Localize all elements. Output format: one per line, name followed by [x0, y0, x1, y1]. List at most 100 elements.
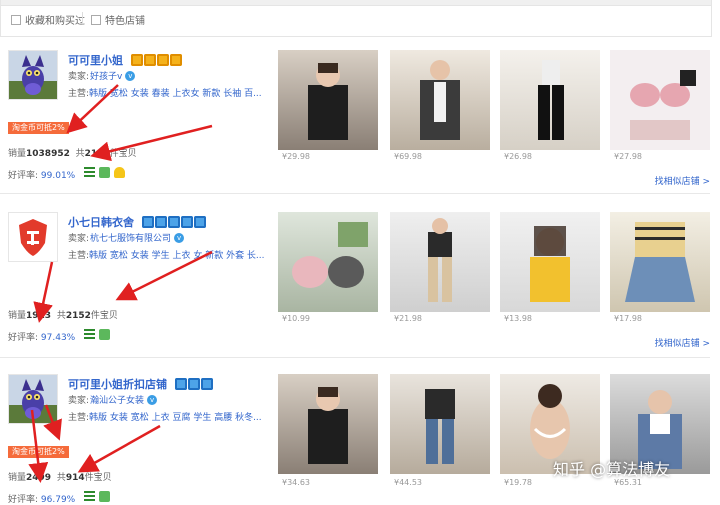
shop-card: 可可里小姐折扣店铺 卖家: 瀚汕公子女装 v 主营:韩版 女装 宽松 上衣 豆腐… — [0, 374, 720, 505]
checkbox-favorited[interactable] — [11, 14, 21, 25]
cat-avatar-icon[interactable] — [8, 374, 58, 424]
category-keywords[interactable]: 韩版 宽松 女装 学生 上衣 女 新款 外套 长... — [89, 251, 264, 261]
product-thumbnail[interactable] — [390, 50, 490, 150]
rate-value: 99.01% — [40, 171, 76, 181]
seller-line: 卖家: 瀚汕公子女装 v — [68, 393, 158, 406]
crown-icon — [155, 216, 167, 228]
product-price: ¥10.99 — [282, 314, 310, 323]
crown-icon — [144, 54, 156, 66]
items-prefix: 共 — [56, 473, 66, 483]
crown-icon — [175, 378, 187, 390]
product-price: ¥21.98 — [394, 314, 422, 323]
items-count: 914 — [65, 473, 85, 483]
filter-favorited-label: 收藏和购买过 — [25, 16, 85, 27]
rate-value: 96.79% — [40, 495, 76, 505]
crown-icon — [201, 378, 213, 390]
category-label: 主营: — [68, 413, 90, 423]
green-stripe-icon[interactable] — [84, 167, 95, 178]
sales-label: 销量 — [8, 149, 27, 159]
red-shield-logo-icon[interactable] — [8, 212, 58, 262]
product-price: ¥13.98 — [504, 314, 532, 323]
green-box-icon[interactable] — [99, 167, 110, 178]
crown-rating — [175, 378, 214, 390]
category-label: 主营: — [68, 89, 90, 99]
shop-name-text[interactable]: 可可里小姐折扣店铺 — [68, 376, 167, 392]
sales-label: 销量 — [8, 311, 27, 321]
crown-icon — [157, 54, 169, 66]
main-categories: 主营:韩版 宽松 女装 春装 上衣女 新款 长袖 百... — [68, 86, 268, 99]
verified-icon: v — [147, 394, 158, 405]
product-price: ¥69.98 — [394, 152, 422, 161]
green-stripe-icon[interactable] — [84, 329, 95, 340]
rate-value: 97.43% — [40, 333, 76, 343]
items-suffix: 件宝贝 — [109, 149, 137, 159]
yellow-badge-icon[interactable] — [114, 167, 125, 178]
items-suffix: 件宝贝 — [84, 473, 112, 483]
rate-label: 好评率: — [8, 333, 39, 343]
find-similar-link[interactable]: 找相似店铺 > — [655, 336, 710, 349]
main-categories: 主营:韩版 宽松 女装 学生 上衣 女 新款 外套 长... — [68, 248, 268, 261]
coin-discount-tag: 淘金币可抵2% — [8, 446, 69, 458]
green-stripe-icon[interactable] — [84, 491, 95, 502]
crown-icon — [131, 54, 143, 66]
crown-icon — [194, 216, 206, 228]
green-box-icon[interactable] — [99, 329, 110, 340]
product-thumbnail[interactable] — [500, 212, 600, 312]
crown-icon — [188, 378, 200, 390]
product-thumbnail[interactable] — [278, 50, 378, 150]
category-keywords[interactable]: 韩版 女装 宽松 上衣 豆腐 学生 高腰 秋冬... — [89, 413, 262, 423]
filter-bar-top-edge — [1, 0, 711, 6]
sales-info: 销量1913 共2152件宝贝 — [8, 308, 118, 321]
rate-label: 好评率: — [8, 495, 39, 505]
items-prefix: 共 — [56, 311, 66, 321]
seller-link[interactable]: 杭七七服饰有限公司 — [90, 231, 171, 244]
service-icons — [84, 491, 114, 502]
product-thumbnail[interactable] — [500, 50, 600, 150]
shop-name-text[interactable]: 小七日韩衣舍 — [68, 214, 134, 230]
cat-avatar-icon[interactable] — [8, 50, 58, 100]
sales-count: 2499 — [26, 473, 52, 483]
crown-rating — [131, 54, 183, 66]
product-thumbnail[interactable] — [390, 212, 490, 312]
seller-link[interactable]: 瀚汕公子女装 — [90, 393, 144, 406]
positive-rate: 好评率: 99.01% — [8, 168, 75, 181]
green-box-icon[interactable] — [99, 491, 110, 502]
service-icons — [84, 167, 129, 178]
checkbox-featured[interactable] — [91, 14, 101, 25]
crown-icon — [142, 216, 154, 228]
filter-featured[interactable]: 特色店铺 — [91, 12, 145, 27]
product-thumbnail[interactable] — [610, 50, 710, 150]
seller-label: 卖家: — [68, 72, 90, 82]
product-thumbnail[interactable] — [278, 374, 378, 474]
category-keywords[interactable]: 韩版 宽松 女装 春装 上衣女 新款 长袖 百... — [89, 89, 262, 99]
items-prefix: 共 — [75, 149, 85, 159]
main-categories: 主营:韩版 女装 宽松 上衣 豆腐 学生 高腰 秋冬... — [68, 410, 268, 423]
positive-rate: 好评率: 96.79% — [8, 492, 75, 505]
shop-name-text[interactable]: 可可里小姐 — [68, 52, 123, 68]
shop-name[interactable]: 可可里小姐折扣店铺 — [68, 376, 214, 392]
seller-label: 卖家: — [68, 396, 90, 406]
items-count: 2152 — [65, 311, 91, 321]
seller-link[interactable]: 好孩子v — [90, 69, 122, 82]
crown-rating — [142, 216, 207, 228]
product-thumbnail[interactable] — [390, 374, 490, 474]
row-divider — [0, 193, 710, 194]
find-similar-link[interactable]: 找相似店铺 > — [655, 174, 710, 187]
shop-card: 可可里小姐 卖家: 好孩子v v 主营:韩版 宽松 女装 春装 上衣女 新款 长… — [0, 50, 720, 210]
product-price: ¥17.98 — [614, 314, 642, 323]
seller-label: 卖家: — [68, 234, 90, 244]
filter-favorited[interactable]: 收藏和购买过 — [11, 12, 85, 27]
shop-name[interactable]: 小七日韩衣舍 — [68, 214, 207, 230]
rate-label: 好评率: — [8, 171, 39, 181]
product-price: ¥29.98 — [282, 152, 310, 161]
sales-count: 1913 — [26, 311, 52, 321]
product-price: ¥44.53 — [394, 478, 422, 487]
product-price: ¥34.63 — [282, 478, 310, 487]
sales-count: 1038952 — [26, 149, 70, 159]
crown-icon — [181, 216, 193, 228]
verified-icon: v — [174, 232, 185, 243]
product-thumbnail[interactable] — [278, 212, 378, 312]
product-thumbnail[interactable] — [610, 212, 710, 312]
shop-name[interactable]: 可可里小姐 — [68, 52, 183, 68]
sales-info: 销量2499 共914件宝贝 — [8, 470, 112, 483]
